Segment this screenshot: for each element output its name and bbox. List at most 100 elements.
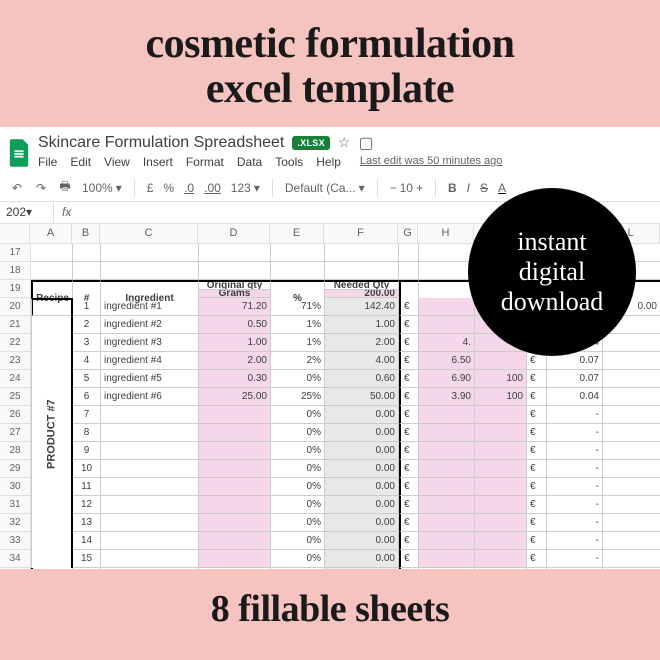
row-header[interactable]: 23: [0, 352, 30, 370]
grams-cell[interactable]: 25.00: [199, 388, 271, 406]
col-header[interactable]: G: [398, 224, 418, 243]
total-pct[interactable]: 100%: [271, 568, 325, 569]
h-cell[interactable]: [419, 514, 475, 532]
l-cell[interactable]: [603, 442, 660, 460]
cell[interactable]: [399, 262, 419, 280]
cell[interactable]: [73, 568, 101, 569]
currency-cell[interactable]: €: [399, 334, 419, 352]
pct-cell[interactable]: 0%: [271, 532, 325, 550]
row-num[interactable]: 6: [73, 388, 101, 406]
row-num[interactable]: 15: [73, 550, 101, 568]
pct-cell[interactable]: 0%: [271, 478, 325, 496]
cell[interactable]: [603, 568, 660, 569]
grams-cell[interactable]: [199, 460, 271, 478]
dec-increase-button[interactable]: .00: [204, 181, 221, 195]
cell[interactable]: €: [527, 568, 547, 569]
needed-cell[interactable]: 0.00: [325, 460, 399, 478]
k-cell[interactable]: -: [547, 460, 603, 478]
row-num[interactable]: 12: [73, 496, 101, 514]
grams-cell[interactable]: [199, 406, 271, 424]
k-cell[interactable]: -: [547, 424, 603, 442]
h-cell[interactable]: [419, 532, 475, 550]
cell[interactable]: [271, 244, 325, 262]
col-header[interactable]: E: [270, 224, 324, 243]
h-cell[interactable]: [419, 496, 475, 514]
cell[interactable]: [73, 262, 101, 280]
l-cell[interactable]: [603, 352, 660, 370]
h-cell[interactable]: [419, 406, 475, 424]
dec-decrease-button[interactable]: .0: [184, 181, 194, 195]
needed-qty-header[interactable]: Needed Qty: [325, 280, 399, 290]
pct-cell[interactable]: 0%: [271, 550, 325, 568]
font-size[interactable]: − 10 +: [390, 181, 423, 195]
bold-button[interactable]: B: [448, 181, 457, 195]
menu-view[interactable]: View: [104, 155, 130, 169]
ingredient-cell[interactable]: ingredient #1: [101, 298, 199, 316]
row-header[interactable]: 17: [0, 244, 30, 262]
i-cell[interactable]: [475, 478, 527, 496]
k-cell[interactable]: -: [547, 496, 603, 514]
cell[interactable]: [101, 244, 199, 262]
ingredient-cell[interactable]: [101, 424, 199, 442]
row-header[interactable]: 32: [0, 514, 30, 532]
pct-cell[interactable]: 0%: [271, 442, 325, 460]
col-header[interactable]: A: [30, 224, 72, 243]
currency-cell[interactable]: €: [399, 442, 419, 460]
j-cell[interactable]: €: [527, 442, 547, 460]
menu-format[interactable]: Format: [186, 155, 224, 169]
product-label[interactable]: PRODUCT #7: [31, 298, 73, 568]
cell[interactable]: [419, 262, 475, 280]
grams-cell[interactable]: 1.00: [199, 334, 271, 352]
pct-cell[interactable]: 25%: [271, 388, 325, 406]
text-color-button[interactable]: A: [498, 181, 506, 195]
i-cell[interactable]: [475, 532, 527, 550]
needed-cell[interactable]: 0.00: [325, 532, 399, 550]
zoom-select[interactable]: 100% ▾: [82, 181, 122, 195]
i-cell[interactable]: [475, 550, 527, 568]
row-num[interactable]: 4: [73, 352, 101, 370]
row-num[interactable]: 13: [73, 514, 101, 532]
pct-cell[interactable]: 0%: [271, 424, 325, 442]
row-header[interactable]: 33: [0, 532, 30, 550]
i-cell[interactable]: [475, 496, 527, 514]
row-header[interactable]: 22: [0, 334, 30, 352]
row-header[interactable]: 19: [0, 280, 30, 298]
row-num[interactable]: 2: [73, 316, 101, 334]
col-header[interactable]: B: [72, 224, 100, 243]
pct-cell[interactable]: 0%: [271, 460, 325, 478]
row-header[interactable]: 25: [0, 388, 30, 406]
i-cell[interactable]: [475, 442, 527, 460]
j-cell[interactable]: €: [527, 496, 547, 514]
strike-button[interactable]: S: [480, 181, 488, 195]
ingredient-cell[interactable]: [101, 478, 199, 496]
j-cell[interactable]: €: [527, 514, 547, 532]
ingredient-cell[interactable]: [101, 496, 199, 514]
col-header[interactable]: H: [418, 224, 474, 243]
ingredient-cell[interactable]: [101, 460, 199, 478]
grams-cell[interactable]: [199, 532, 271, 550]
grams-cell[interactable]: [199, 496, 271, 514]
needed-cell[interactable]: 0.00: [325, 424, 399, 442]
j-cell[interactable]: €: [527, 370, 547, 388]
needed-cell[interactable]: 0.00: [325, 496, 399, 514]
currency-cell[interactable]: €: [399, 316, 419, 334]
pct-cell[interactable]: 0%: [271, 514, 325, 532]
cell[interactable]: [101, 262, 199, 280]
currency-cell[interactable]: €: [399, 298, 419, 316]
h-cell[interactable]: 6.90: [419, 370, 475, 388]
redo-icon[interactable]: ↷: [34, 181, 48, 195]
j-cell[interactable]: €: [527, 460, 547, 478]
cell[interactable]: [199, 262, 271, 280]
ingredient-cell[interactable]: [101, 514, 199, 532]
k-cell[interactable]: -: [547, 406, 603, 424]
currency-cell[interactable]: €: [399, 478, 419, 496]
num-format-button[interactable]: 123▾: [231, 181, 260, 195]
col-header[interactable]: D: [198, 224, 270, 243]
row-num[interactable]: 8: [73, 424, 101, 442]
j-cell[interactable]: €: [527, 424, 547, 442]
l-cell[interactable]: [603, 460, 660, 478]
needed-cell[interactable]: 0.00: [325, 550, 399, 568]
needed-cell[interactable]: 142.40: [325, 298, 399, 316]
currency-cell[interactable]: €: [399, 406, 419, 424]
total-i[interactable]: 1650: [475, 568, 527, 569]
